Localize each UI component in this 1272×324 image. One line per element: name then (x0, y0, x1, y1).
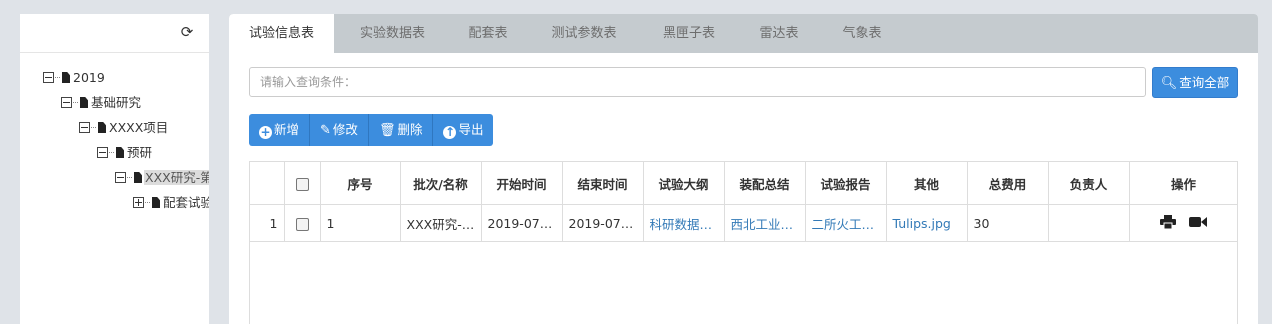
column-header[interactable]: 结束时间 (561, 162, 644, 205)
edit-icon: ✎ (320, 123, 331, 138)
select-all-header (283, 162, 321, 205)
tab-test-params[interactable]: 测试参数表 (541, 14, 627, 53)
select-all-checkbox[interactable] (295, 177, 309, 191)
delete-label: 删除 (397, 122, 423, 137)
video-icon[interactable] (1189, 216, 1208, 231)
search-icon: 🔍︎ (1160, 76, 1178, 91)
column-header[interactable]: 装配总结 (723, 162, 806, 205)
name-cell: XXX研究-第一批 (399, 204, 482, 242)
main-panel: 试验信息表 实验数据表 配套表 测试参数表 黑匣子表 雷达表 气象表 🔍︎查询全… (229, 14, 1258, 324)
export-label: 导出 (458, 122, 484, 137)
tab-test-info[interactable]: 试验信息表 (229, 14, 334, 53)
cost-cell: 30 (966, 204, 1049, 242)
query-all-button[interactable]: 🔍︎ 查询全部 (1152, 67, 1238, 98)
edit-label: 修改 (332, 122, 358, 137)
tree-node-label: XXX研究-第 (144, 169, 209, 185)
row-select-cell (283, 204, 321, 242)
toolbar: + 新增 ✎ 修改 🗑︎ 删除 ↑ 导出 (249, 114, 494, 146)
file-icon (80, 97, 88, 108)
column-header[interactable]: 试验报告 (804, 162, 887, 205)
column-header[interactable]: 其他 (885, 162, 968, 205)
tree: 2019 基础研究 XXXX项目 预研 XXX研究-第 配套试验 (20, 14, 209, 324)
query-all-label: 查询全部 (1179, 75, 1230, 90)
add-label: 新增 (274, 122, 300, 137)
tree-node-label: 基础研究 (91, 94, 142, 110)
end-time-cell: 2019-07-15 (561, 204, 644, 242)
tab-supporting[interactable]: 配套表 (457, 14, 519, 53)
tree-node-label: 预研 (127, 144, 153, 160)
collapse-icon[interactable] (79, 122, 90, 133)
column-header[interactable]: 开始时间 (480, 162, 563, 205)
report-link[interactable]: 二所火工品试验 (804, 204, 887, 242)
file-icon (116, 147, 124, 158)
plus-circle-icon: + (259, 125, 272, 139)
outline-link[interactable]: 科研数据管理系统 (642, 204, 725, 242)
tree-node-label: XXXX项目 (109, 119, 169, 135)
trash-icon: 🗑︎ (378, 123, 396, 138)
tree-panel: ⟳ 2019 基础研究 XXXX项目 预研 XXX研究-第 配套试验 (20, 14, 209, 324)
tree-node-label: 2019 (73, 69, 105, 85)
edit-button[interactable]: ✎ 修改 (310, 114, 369, 146)
print-icon[interactable] (1159, 214, 1176, 232)
file-icon (134, 172, 142, 183)
column-header[interactable]: 负责人 (1047, 162, 1130, 205)
search-input[interactable] (249, 67, 1146, 97)
arrow-up-circle-icon: ↑ (443, 125, 457, 139)
start-time-cell: 2019-07-15 (480, 204, 563, 242)
file-icon (62, 72, 70, 83)
table-header-row: 序号 批次/名称 开始时间 结束时间 试验大纲 装配总结 试验报告 其他 总费用… (250, 162, 1237, 205)
owner-cell (1047, 204, 1130, 242)
add-button[interactable]: + 新增 (249, 114, 311, 146)
row-checkbox[interactable] (295, 217, 309, 231)
file-icon (98, 122, 106, 133)
collapse-icon[interactable] (115, 172, 126, 183)
actions-cell (1128, 204, 1237, 242)
column-header[interactable]: 总费用 (966, 162, 1049, 205)
collapse-icon[interactable] (43, 72, 54, 83)
summary-link[interactable]: 西北工业大学 (723, 204, 806, 242)
tab-weather[interactable]: 气象表 (830, 14, 894, 53)
tree-node-project[interactable]: XXXX项目 (79, 119, 169, 135)
table-row[interactable]: 1 1 XXX研究-第一批 2019-07-15 2019-07-15 科研数据… (250, 204, 1237, 242)
tree-node-supporting-test[interactable]: 配套试验 (133, 194, 209, 210)
tree-node-2019[interactable]: 2019 (43, 69, 106, 85)
column-header[interactable]: 序号 (319, 162, 401, 205)
seq-cell: 1 (319, 204, 401, 242)
tab-bar: 试验信息表 实验数据表 配套表 测试参数表 黑匣子表 雷达表 气象表 (229, 14, 1258, 53)
tree-node-xxx-research[interactable]: XXX研究-第 (115, 169, 209, 185)
tab-black-box[interactable]: 黑匣子表 (650, 14, 728, 53)
tree-node-label: 配套试验 (163, 194, 209, 210)
column-header[interactable]: 批次/名称 (399, 162, 482, 205)
tab-radar[interactable]: 雷达表 (747, 14, 811, 53)
file-icon (152, 197, 160, 208)
tree-node-basic-research[interactable]: 基础研究 (61, 94, 142, 110)
column-header: 操作 (1128, 162, 1237, 205)
row-number-header (250, 162, 285, 205)
collapse-icon[interactable] (97, 147, 108, 158)
collapse-icon[interactable] (61, 97, 72, 108)
expand-icon[interactable] (133, 197, 144, 208)
delete-button[interactable]: 🗑︎ 删除 (368, 114, 434, 146)
other-link[interactable]: Tulips.jpg (885, 204, 968, 242)
tree-node-preresearch[interactable]: 预研 (97, 144, 153, 160)
row-number: 1 (250, 204, 285, 242)
column-header[interactable]: 试验大纲 (642, 162, 725, 205)
data-table: 序号 批次/名称 开始时间 结束时间 试验大纲 装配总结 试验报告 其他 总费用… (249, 161, 1238, 324)
tab-experiment-data[interactable]: 实验数据表 (345, 14, 440, 53)
export-button[interactable]: ↑ 导出 (433, 114, 494, 146)
